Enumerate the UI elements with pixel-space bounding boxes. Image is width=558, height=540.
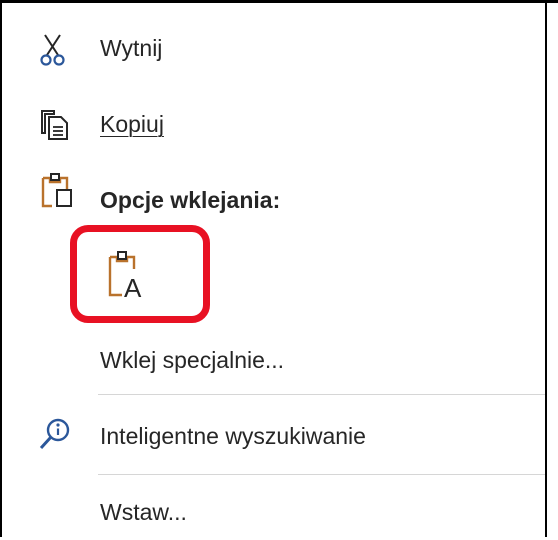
- scissors-icon: [40, 34, 65, 66]
- menu-item-label: Wstaw...: [100, 499, 187, 525]
- menu-item-label: Inteligentne wyszukiwanie: [100, 423, 366, 449]
- menu-item-paste-special[interactable]: Wklej specjalnie...: [2, 332, 545, 388]
- copy-icon: [41, 110, 68, 140]
- menu-border-top: [0, 0, 558, 3]
- clipboard-icon: [41, 173, 72, 208]
- menu-item-label: Wklej specjalnie...: [100, 347, 285, 373]
- smart-lookup-icon: [39, 418, 70, 450]
- paste-options-header: Opcje wklejania:: [2, 172, 545, 228]
- menu-item-label: Kopiuj: [100, 111, 164, 137]
- menu-border-right: [545, 0, 547, 537]
- menu-item-cut[interactable]: Wytnij: [2, 20, 545, 76]
- context-menu: Wytnij Kopiuj Opcje wklejania: A Wklej s…: [0, 0, 558, 537]
- menu-item-insert[interactable]: Wstaw...: [2, 484, 545, 540]
- paste-options-label: Opcje wklejania:: [100, 187, 281, 213]
- menu-item-label: Wytnij: [100, 35, 163, 61]
- menu-separator: [98, 394, 545, 395]
- menu-item-smart-lookup[interactable]: Inteligentne wyszukiwanie: [2, 408, 545, 464]
- highlight-box: [70, 225, 210, 323]
- menu-item-copy[interactable]: Kopiuj: [2, 96, 545, 152]
- menu-separator: [98, 474, 545, 475]
